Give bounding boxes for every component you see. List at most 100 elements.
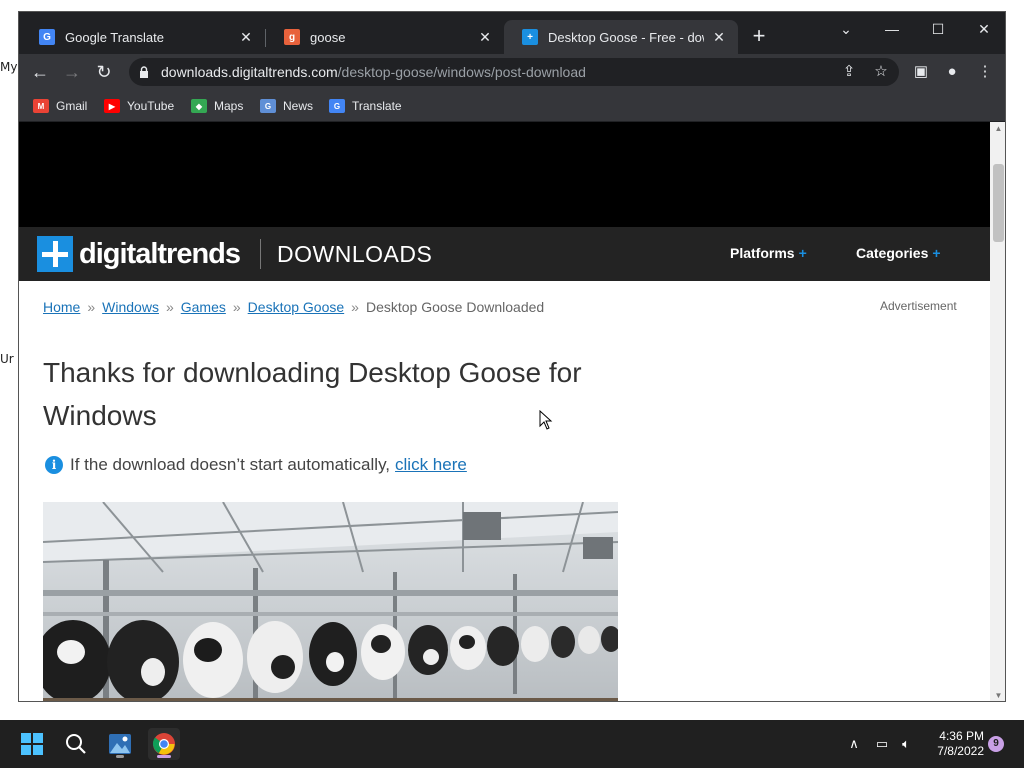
google-translate-icon: G: [39, 29, 55, 45]
tab-title: goose: [310, 29, 346, 45]
plus-icon: +: [798, 245, 807, 261]
close-icon[interactable]: ✕: [710, 29, 728, 46]
translate-icon: G: [329, 99, 345, 113]
chrome-app-button[interactable]: [148, 728, 180, 760]
close-icon[interactable]: ✕: [237, 29, 255, 46]
youtube-icon: ▶: [104, 99, 120, 113]
desktop-icon-label: Ur: [0, 352, 14, 366]
page-title: Thanks for downloading Desktop Goose for…: [43, 357, 582, 431]
breadcrumb-games[interactable]: Games: [181, 299, 226, 315]
site-section-title[interactable]: DOWNLOADS: [277, 241, 432, 268]
breadcrumb-windows[interactable]: Windows: [102, 299, 159, 315]
chrome-icon: [152, 733, 175, 755]
digitaltrends-logo-icon[interactable]: [37, 236, 73, 272]
nav-label: Categories: [856, 245, 929, 261]
bookmark-gmail[interactable]: M Gmail: [33, 97, 87, 115]
breadcrumb-separator: »: [87, 299, 96, 315]
network-icon[interactable]: ▭: [872, 734, 892, 754]
clock-time: 4:36 PM: [939, 729, 984, 743]
star-icon[interactable]: ☆: [871, 62, 891, 82]
system-clock[interactable]: 4:36 PM 7/8/2022: [922, 729, 984, 759]
tab-title: Desktop Goose - Free - download: [548, 29, 704, 45]
advertisement-label: Advertisement: [880, 299, 957, 313]
search-icon: [66, 734, 86, 754]
desktop-icon-label: My: [0, 60, 18, 74]
bookmark-youtube[interactable]: ▶ YouTube: [104, 97, 174, 115]
click-here-link[interactable]: click here: [395, 455, 467, 475]
bookmark-translate[interactable]: G Translate: [329, 97, 402, 115]
reload-button[interactable]: ↻: [91, 59, 117, 85]
scrollbar-thumb[interactable]: [993, 164, 1004, 242]
site-header: digitaltrends DOWNLOADS Platforms + Categ…: [19, 227, 990, 281]
close-icon[interactable]: ✕: [476, 29, 494, 46]
bookmark-maps[interactable]: ◆ Maps: [191, 97, 243, 115]
tab-strip: G Google Translate ✕ g goose ✕ + Desktop…: [19, 12, 1005, 54]
bookmark-label: News: [283, 99, 314, 113]
download-notice: i If the download doesn’t start automati…: [45, 455, 467, 475]
photos-app-button[interactable]: [104, 728, 136, 760]
notice-text: If the download doesn’t start automatica…: [70, 455, 391, 474]
logo-divider: [260, 239, 261, 269]
scroll-up-arrow[interactable]: ▲: [990, 122, 1005, 136]
tab-goose[interactable]: g goose ✕: [266, 20, 504, 54]
breadcrumb-desktop-goose[interactable]: Desktop Goose: [248, 299, 345, 315]
bookmark-label: YouTube: [127, 99, 175, 113]
news-icon: G: [260, 99, 276, 113]
maximize-button[interactable]: ☐: [915, 16, 961, 42]
page-scrollbar[interactable]: ▲ ▼: [990, 122, 1005, 701]
breadcrumb-separator: »: [351, 299, 359, 315]
tab-title: Google Translate: [65, 29, 165, 45]
browser-window: G Google Translate ✕ g goose ✕ + Desktop…: [18, 11, 1006, 702]
info-icon: i: [45, 456, 63, 474]
side-panel-icon[interactable]: ▣: [908, 59, 934, 85]
running-indicator: [157, 755, 171, 758]
close-window-button[interactable]: ✕: [961, 16, 1005, 42]
url-path: /desktop-goose/windows/post-download: [337, 64, 586, 80]
url-host: downloads.digitaltrends.com: [161, 64, 338, 80]
scroll-down-arrow[interactable]: ▼: [990, 689, 1005, 701]
digitaltrends-icon: +: [522, 29, 538, 45]
tab-search-button[interactable]: ⌄: [823, 16, 869, 42]
goose-icon: g: [284, 29, 300, 45]
minimize-button[interactable]: —: [869, 16, 915, 42]
share-icon[interactable]: ⇪: [839, 62, 859, 82]
nav-platforms[interactable]: Platforms +: [730, 245, 807, 261]
tab-desktop-goose[interactable]: + Desktop Goose - Free - download ✕: [504, 20, 738, 54]
bookmark-label: Gmail: [56, 99, 88, 113]
tab-google-translate[interactable]: G Google Translate ✕: [21, 20, 265, 54]
site-logo[interactable]: digitaltrends: [79, 238, 241, 271]
page-viewport: digitaltrends DOWNLOADS Platforms + Categ…: [19, 122, 1005, 701]
url-text: downloads.digitaltrends.com/desktop-goos…: [161, 64, 586, 80]
clock-date: 7/8/2022: [937, 744, 984, 758]
maps-icon: ◆: [191, 99, 207, 113]
bookmark-label: Translate: [352, 99, 402, 113]
start-button[interactable]: [16, 728, 48, 760]
search-button[interactable]: [60, 728, 92, 760]
ad-banner: [19, 122, 990, 227]
browser-toolbar: ← → ↻ downloads.digitaltrends.com/deskto…: [19, 54, 1005, 90]
bookmark-news[interactable]: G News: [260, 97, 313, 115]
back-button[interactable]: ←: [27, 59, 53, 85]
notification-badge[interactable]: 9: [988, 736, 1004, 752]
nav-categories[interactable]: Categories +: [856, 245, 941, 261]
bookmark-label: Maps: [214, 99, 244, 113]
breadcrumb-separator: »: [232, 299, 241, 315]
menu-icon[interactable]: ⋮: [972, 59, 998, 85]
breadcrumb-home[interactable]: Home: [43, 299, 80, 315]
breadcrumb-separator: »: [165, 299, 174, 315]
new-tab-button[interactable]: +: [747, 25, 771, 49]
mouse-cursor-icon: [539, 410, 553, 430]
address-bar[interactable]: downloads.digitaltrends.com/desktop-goos…: [129, 58, 899, 86]
photos-icon: [109, 734, 131, 754]
gmail-icon: M: [33, 99, 49, 113]
bookmarks-bar: M Gmail ▶ YouTube ◆ Maps G News G Transl…: [19, 90, 1005, 122]
windows-icon: [21, 733, 43, 755]
nav-label: Platforms: [730, 245, 795, 261]
hero-image-cows-barn: [43, 502, 618, 701]
breadcrumb-current: Desktop Goose Downloaded: [365, 299, 545, 315]
forward-button[interactable]: →: [59, 59, 85, 85]
show-hidden-icons-button[interactable]: ∧: [844, 734, 864, 754]
taskbar: ∧ ▭ 🔈︎ 4:36 PM 7/8/2022 9: [0, 720, 1024, 768]
volume-icon[interactable]: 🔈︎: [896, 734, 916, 754]
profile-icon[interactable]: ●: [939, 59, 965, 85]
